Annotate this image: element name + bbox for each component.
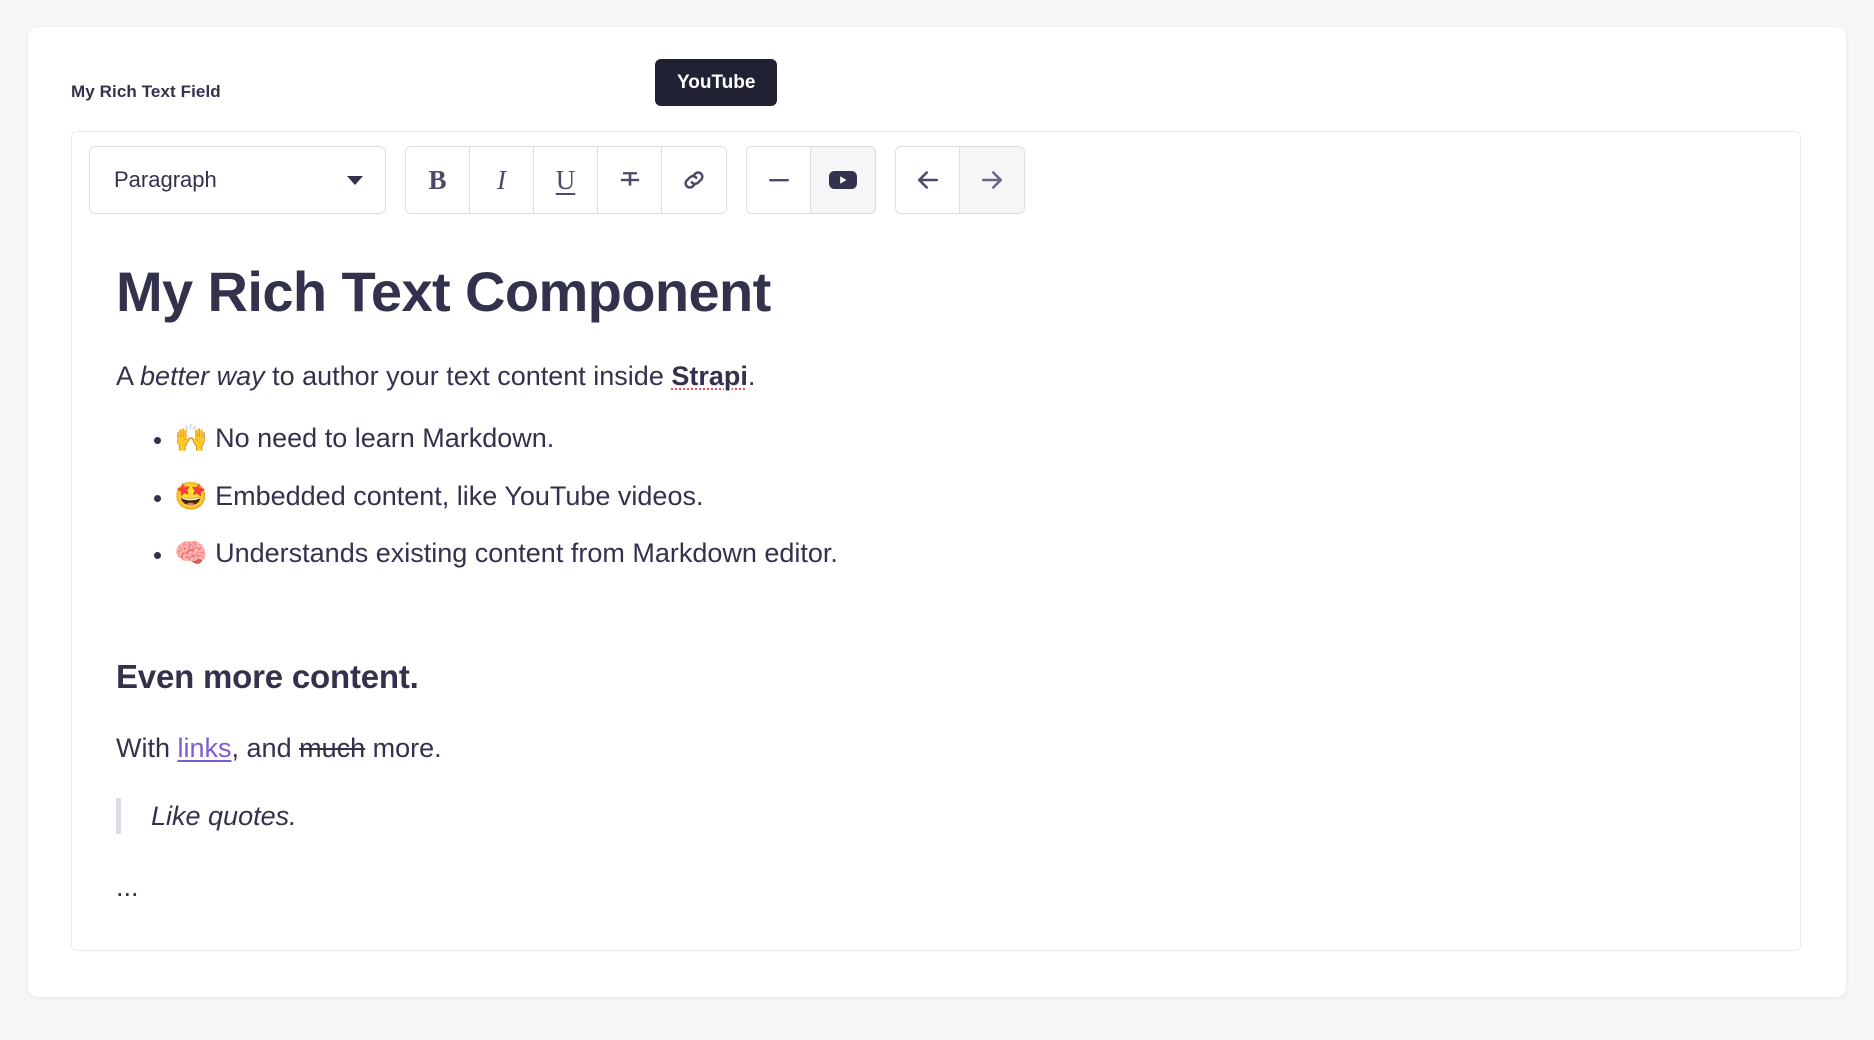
- doc-heading: My Rich Text Component: [116, 260, 771, 323]
- inline-link[interactable]: links: [178, 733, 232, 763]
- link-icon: [684, 171, 704, 189]
- youtube-tooltip: YouTube: [655, 59, 778, 106]
- youtube-button[interactable]: [811, 147, 875, 213]
- bold-button[interactable]: B: [406, 147, 470, 213]
- misspelled-word: Strapi: [671, 360, 748, 391]
- doc-bullet-list: 🙌 No need to learn Markdown. 🤩 Embedded …: [116, 420, 1760, 571]
- underline-icon: U: [555, 164, 576, 195]
- list-item: 🙌 No need to learn Markdown.: [174, 420, 1760, 456]
- chevron-down-icon: [347, 175, 363, 185]
- struck-text: much: [299, 732, 366, 763]
- lead-before: A: [116, 360, 141, 391]
- lead-italic: better way: [140, 360, 265, 391]
- editor-content[interactable]: My Rich Text Component A better way to a…: [116, 260, 1760, 904]
- horizontal-rule-icon: [768, 179, 789, 182]
- history-group: [895, 146, 1025, 214]
- sub-suffix: more.: [365, 732, 442, 763]
- doc-ellipsis: ...: [116, 872, 139, 903]
- block-type-value: Paragraph: [114, 167, 217, 192]
- sub-middle: , and: [231, 732, 300, 763]
- underline-button[interactable]: U: [534, 147, 598, 213]
- undo-button[interactable]: [896, 147, 960, 213]
- bold-icon: B: [428, 164, 447, 195]
- arrow-right-icon: [982, 171, 1002, 189]
- field-label: My Rich Text Field: [71, 82, 221, 101]
- rich-text-field-card: My Rich Text Field Paragraph B I U My Ri…: [28, 27, 1846, 997]
- lead-tail: .: [747, 360, 756, 391]
- sub-prefix: With: [116, 732, 178, 763]
- list-item: 🤩 Embedded content, like YouTube videos.: [174, 478, 1760, 514]
- inline-format-group: B I U: [405, 146, 727, 214]
- list-item: 🧠 Understands existing content from Mark…: [174, 535, 1760, 571]
- strikethrough-icon: [620, 172, 639, 186]
- italic-button[interactable]: I: [470, 147, 534, 213]
- youtube-icon: [829, 171, 857, 189]
- rich-text-editor[interactable]: Paragraph B I U My Rich Text Component A…: [71, 131, 1801, 951]
- italic-icon: I: [497, 164, 506, 195]
- link-button[interactable]: [662, 147, 726, 213]
- lead-after: to author your text content inside: [264, 360, 672, 391]
- doc-subheading: Even more content.: [116, 657, 419, 695]
- redo-button[interactable]: [960, 147, 1024, 213]
- strikethrough-button[interactable]: [598, 147, 662, 213]
- block-type-select[interactable]: Paragraph: [89, 146, 386, 214]
- arrow-left-icon: [917, 171, 938, 189]
- insert-group: [746, 146, 876, 214]
- app-root: My Rich Text Field Paragraph B I U My Ri…: [0, 0, 1874, 1040]
- doc-sub-paragraph: With links, and much more.: [116, 730, 1760, 766]
- editor-toolbar: Paragraph B I U: [72, 132, 1800, 228]
- doc-lead-paragraph: A better way to author your text content…: [116, 358, 1760, 394]
- horizontal-rule-button[interactable]: [747, 147, 811, 213]
- doc-blockquote: Like quotes.: [116, 798, 1760, 835]
